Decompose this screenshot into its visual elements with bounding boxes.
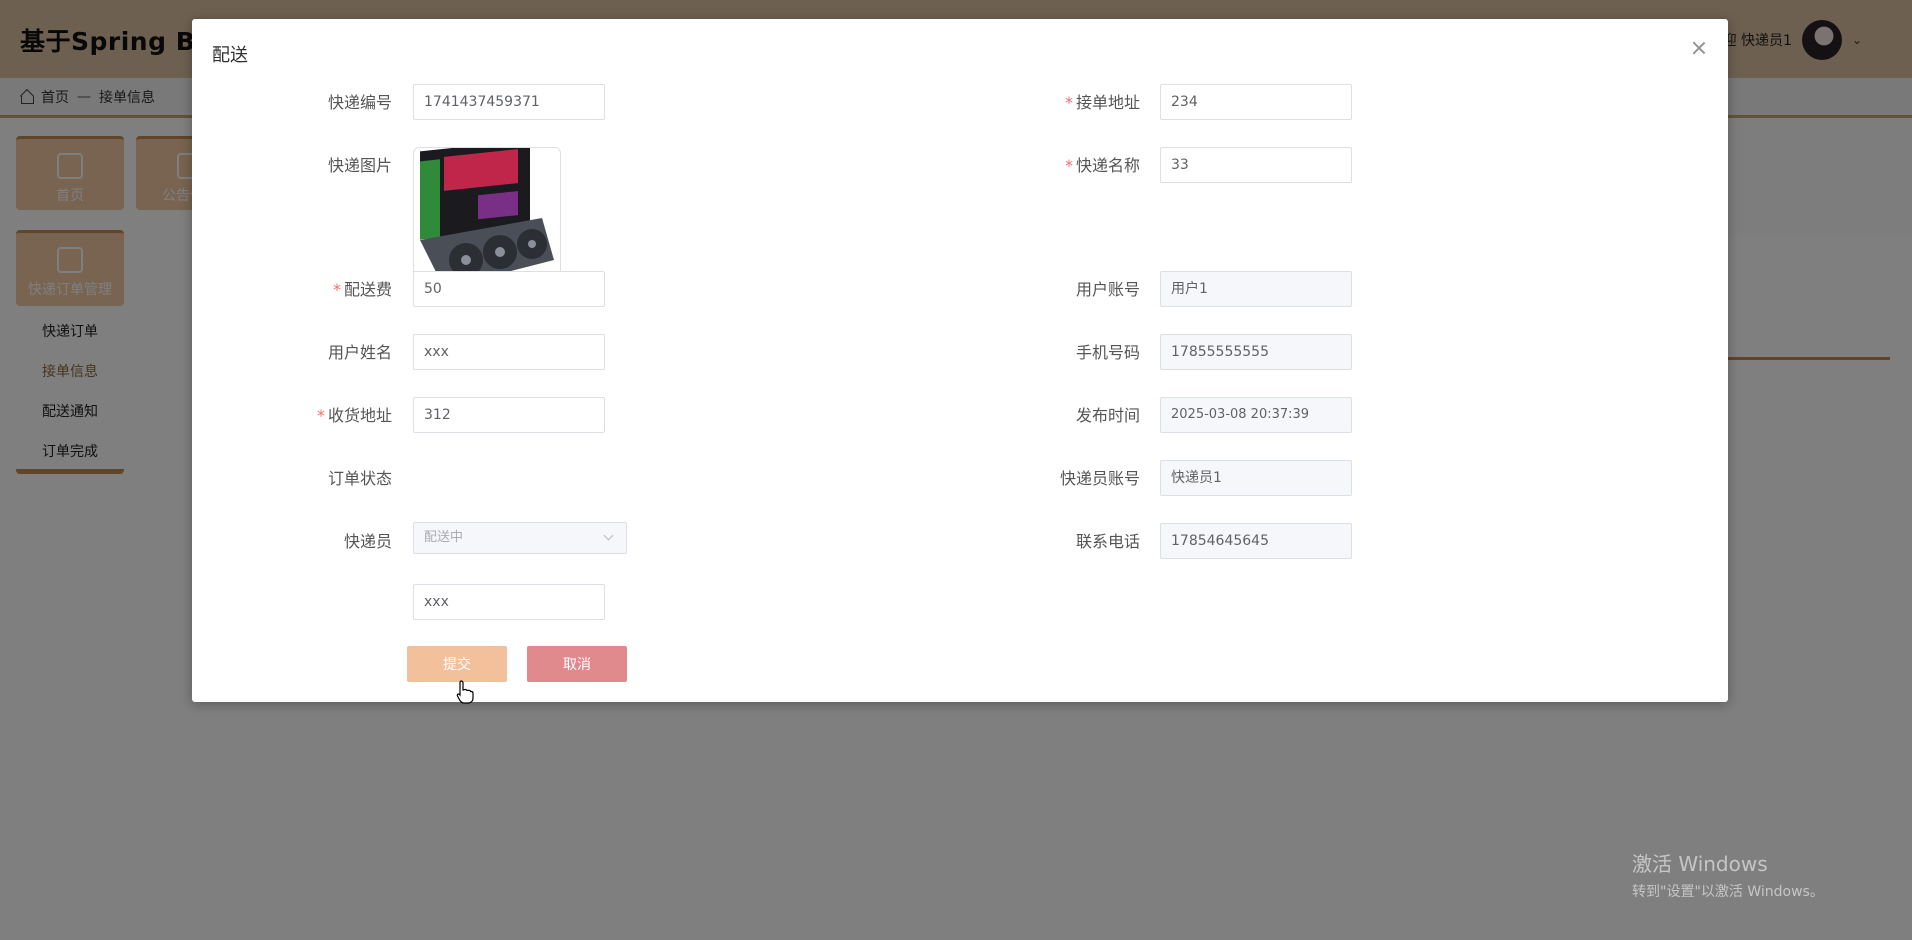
required-mark: * [1064,156,1073,175]
field-label-text: 快递名称 [1075,156,1140,175]
contact-phone-input[interactable]: 17854645645 [1160,523,1352,559]
field-label-phone: 手机号码 [1075,343,1140,362]
field-label-text: 接单地址 [1075,93,1140,112]
pickup-address-input[interactable]: 234 [1160,84,1352,120]
field-label-courier-account: 快递员账号 [1059,469,1140,488]
windows-activation-watermark: 激活 Windows 转到"设置"以激活 Windows。 [1632,848,1824,901]
user-name-input[interactable]: xxx [413,334,605,370]
user-account-input[interactable]: 用户1 [1160,271,1352,307]
submit-button[interactable]: 提交 [407,646,507,682]
order-status-value: 配送中 [424,530,464,545]
watermark-title: 激活 Windows [1632,852,1768,876]
field-label-courier: 快递员 [343,532,392,551]
field-label-delivery-address: * 收货地址 [232,402,392,426]
express-no-input[interactable]: 1741437459371 [413,84,605,120]
required-mark: * [332,280,341,299]
phone-input[interactable]: 17855555555 [1160,334,1352,370]
express-name-input[interactable]: 33 [1160,147,1352,183]
field-label-text: 配送费 [343,280,392,299]
required-mark: * [1064,93,1073,112]
field-label-user-name: 用户姓名 [327,343,392,362]
field-label-user-account: 用户账号 [1075,280,1140,299]
delivery-dialog: 配送 快递编号 1741437459371 快递图片 * 配送费 50 用户姓名 … [192,19,1728,702]
publish-time-input[interactable]: 2025-03-08 20:37:39 [1160,397,1352,433]
chevron-down-icon [603,530,614,541]
courier-input[interactable]: xxx [413,584,605,620]
field-label-delivery-fee: * 配送费 [232,276,392,300]
courier-account-input[interactable]: 快递员1 [1160,460,1352,496]
delivery-fee-input[interactable]: 50 [413,271,605,307]
field-label-express-name: * 快递名称 [980,152,1140,176]
watermark-subtitle: 转到"设置"以激活 Windows。 [1632,884,1824,900]
close-icon[interactable] [1692,41,1706,55]
field-label-text: 收货地址 [327,406,392,425]
field-label-order-status: 订单状态 [327,469,392,488]
field-label-publish-time: 发布时间 [1075,406,1140,425]
required-mark: * [316,406,325,425]
field-label-contact-phone: 联系电话 [1075,532,1140,551]
dialog-title: 配送 [212,45,248,66]
hand-cursor-icon [456,680,474,704]
field-label-express-no: 快递编号 [327,93,392,112]
order-status-select[interactable]: 配送中 [413,522,627,554]
delivery-address-input[interactable]: 312 [413,397,605,433]
field-label-pickup-address: * 接单地址 [980,89,1140,113]
field-label-express-image: 快递图片 [327,156,392,175]
cancel-button[interactable]: 取消 [527,646,627,682]
